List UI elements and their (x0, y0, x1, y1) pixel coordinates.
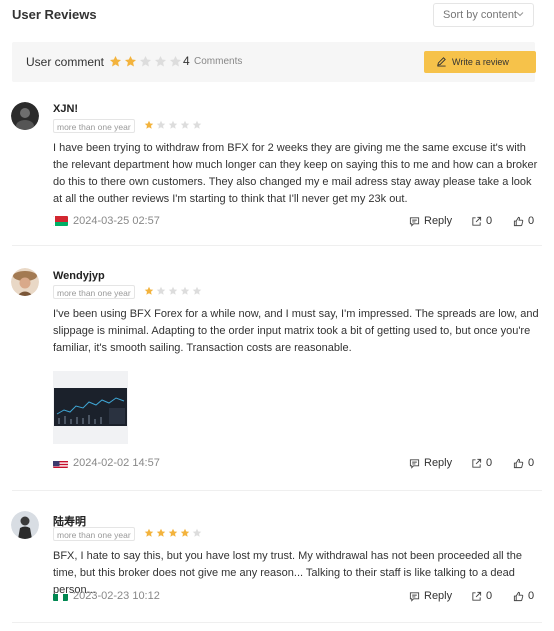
comment-icon (409, 591, 420, 602)
star-icon (192, 120, 202, 129)
comment-icon (409, 458, 420, 469)
star-icon (168, 528, 178, 537)
share-count: 0 (486, 457, 493, 469)
star-icon (156, 286, 166, 295)
reviewer-name[interactable]: XJN! (53, 103, 78, 115)
divider (12, 490, 542, 491)
like-count: 0 (528, 590, 535, 602)
star-icon (192, 528, 202, 537)
thumbs-up-icon (513, 591, 524, 601)
review-date: 2024-03-25 02:57 (73, 215, 160, 227)
star-icon (154, 55, 167, 67)
share-button[interactable]: 0 (471, 215, 492, 227)
review-date: 2023-02-23 10:12 (73, 590, 160, 602)
share-count: 0 (486, 590, 493, 602)
comment-count-label: Comments (194, 56, 243, 67)
reply-button[interactable]: Reply (409, 215, 452, 227)
star-icon (144, 528, 154, 537)
nigeria-flag (53, 591, 68, 601)
write-review-button[interactable]: Write a review (424, 51, 536, 73)
like-button[interactable]: 0 (513, 590, 534, 602)
belarus-flag (53, 216, 68, 226)
star-icon (109, 55, 122, 67)
user-comment-label: User comment (26, 55, 105, 69)
review-text: I've been using BFX Forex for a while no… (53, 308, 539, 354)
review-image-thumbnail[interactable] (53, 371, 128, 444)
tenure-badge: more than one year (53, 527, 135, 541)
star-icon (168, 120, 178, 129)
divider (12, 622, 542, 623)
star-icon (180, 528, 190, 537)
us-flag (53, 458, 68, 468)
star-icon (124, 55, 137, 67)
chevron-down-icon (516, 12, 524, 17)
review-text: I have been trying to withdraw from BFX … (53, 142, 538, 205)
review-date: 2024-02-02 14:57 (73, 457, 160, 469)
review-rating-stars (144, 286, 202, 296)
star-icon (168, 286, 178, 295)
share-count: 0 (486, 215, 493, 227)
share-icon (472, 591, 482, 601)
section-title: User Reviews (12, 7, 97, 22)
share-icon (472, 458, 482, 468)
reply-button[interactable]: Reply (409, 590, 452, 602)
thumbs-up-icon (513, 458, 524, 468)
star-icon (139, 55, 152, 67)
like-count: 0 (528, 215, 535, 227)
like-button[interactable]: 0 (513, 457, 534, 469)
divider (12, 245, 542, 246)
tenure-badge: more than one year (53, 285, 135, 299)
review-rating-stars (144, 528, 202, 538)
share-button[interactable]: 0 (471, 590, 492, 602)
comment-icon (409, 216, 420, 227)
star-icon (192, 286, 202, 295)
reply-label: Reply (424, 457, 453, 469)
star-icon (156, 528, 166, 537)
reply-button[interactable]: Reply (409, 457, 452, 469)
pencil-icon (437, 57, 446, 67)
share-button[interactable]: 0 (471, 457, 492, 469)
like-count: 0 (528, 457, 535, 469)
rating-summary: User comment 4 Comments Write a review (12, 42, 536, 82)
reviewer-name[interactable]: Wendyjyp (53, 270, 105, 282)
star-icon (180, 286, 190, 295)
share-icon (472, 216, 482, 226)
review-rating-stars (144, 120, 202, 130)
summary-rating-stars (109, 55, 182, 68)
avatar[interactable] (11, 268, 39, 296)
reply-label: Reply (424, 215, 453, 227)
tenure-badge: more than one year (53, 119, 135, 133)
star-icon (156, 120, 166, 129)
write-review-label: Write a review (452, 57, 509, 67)
avatar[interactable] (11, 102, 39, 130)
like-button[interactable]: 0 (513, 215, 534, 227)
sort-dropdown[interactable]: Sort by content (433, 3, 534, 27)
star-icon (144, 286, 154, 295)
reviews-header: User Reviews Sort by content (12, 0, 542, 30)
avatar[interactable] (11, 511, 39, 539)
sort-label: Sort by content (443, 9, 517, 21)
star-icon (180, 120, 190, 129)
star-icon (169, 55, 182, 67)
thumbs-up-icon (513, 216, 524, 226)
star-icon (144, 120, 154, 129)
comment-count: 4 (183, 54, 190, 68)
reply-label: Reply (424, 590, 453, 602)
